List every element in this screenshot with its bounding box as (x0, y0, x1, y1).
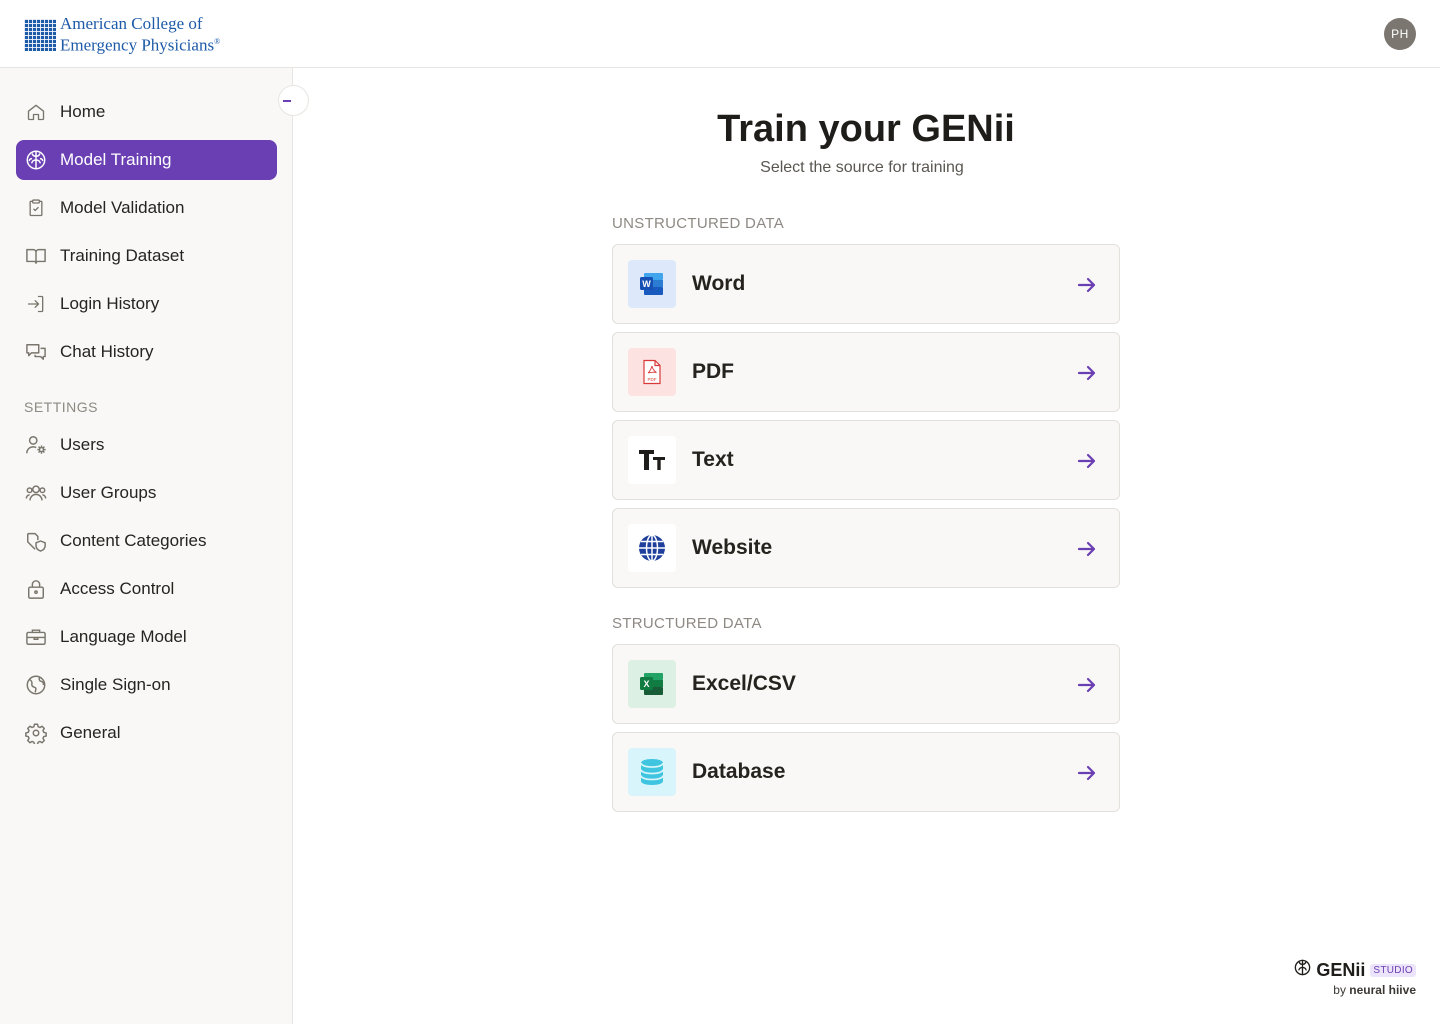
chat-bubbles-icon (25, 341, 47, 363)
arrow-right-icon (1075, 449, 1099, 473)
user-gear-icon (25, 434, 47, 456)
lock-icon (25, 578, 47, 600)
source-card-pdf[interactable]: PDF PDF (612, 332, 1120, 412)
sidebar-item-single-sign-on[interactable]: Single Sign-on (16, 665, 277, 705)
sidebar-item-language-model[interactable]: Language Model (16, 617, 277, 657)
acep-logo[interactable]: American College of Emergency Physicians… (24, 15, 220, 55)
login-arrow-icon (25, 293, 47, 315)
sidebar-item-label: Login History (60, 294, 160, 313)
source-card-website[interactable]: Website (612, 508, 1120, 588)
logo-registered-mark: ® (214, 37, 221, 46)
sidebar-item-label: Chat History (60, 342, 154, 361)
collapse-icon (282, 99, 291, 102)
source-card-label: Database (692, 760, 786, 783)
arrow-right-icon (1075, 761, 1099, 785)
arrow-right-icon (1075, 537, 1099, 561)
sidebar-item-label: Model Validation (60, 198, 185, 217)
source-card-label: Excel/CSV (692, 672, 796, 695)
sidebar-item-chat-history[interactable]: Chat History (16, 332, 277, 372)
database-icon (628, 748, 676, 796)
source-card-excel-csv[interactable]: X Excel/CSV (612, 644, 1120, 724)
logo-grid-icon (24, 18, 56, 51)
sidebar-collapse-button[interactable] (278, 85, 309, 116)
brand-company: neural hiive (1349, 983, 1416, 997)
svg-text:X: X (643, 679, 649, 689)
globe-icon (628, 524, 676, 572)
source-card-word[interactable]: W Word (612, 244, 1120, 324)
logo-text: American College of Emergency Physicians… (60, 15, 220, 55)
source-card-label: PDF (692, 360, 734, 383)
briefcase-icon (25, 626, 47, 648)
sidebar: Home Model Training Model Validation Tra… (0, 68, 293, 1024)
sidebar-item-label: Content Categories (60, 531, 207, 550)
word-icon: W (628, 260, 676, 308)
brain-logo-icon (1293, 958, 1312, 982)
sidebar-item-label: General (60, 723, 121, 742)
pdf-icon: PDF (628, 348, 676, 396)
avatar[interactable]: PH (1384, 18, 1416, 50)
brand-name: GENii (1316, 959, 1366, 980)
page-subtitle: Select the source for training (760, 159, 964, 176)
sidebar-item-general[interactable]: General (16, 713, 277, 753)
page-title: Train your GENii (717, 108, 1015, 150)
sidebar-item-label: Home (60, 102, 106, 121)
text-icon (628, 436, 676, 484)
source-card-text[interactable]: Text (612, 420, 1120, 500)
arrow-right-icon (1075, 361, 1099, 385)
logo-line-2: Emergency Physicians (60, 35, 215, 55)
sidebar-item-label: Users (60, 435, 105, 454)
sidebar-item-login-history[interactable]: Login History (16, 284, 277, 324)
brand-row: GENii STUDIO (1293, 958, 1416, 982)
brand-byline: by neural hiive (1333, 983, 1416, 997)
brand-by-text: by (1333, 983, 1346, 997)
sidebar-item-label: Access Control (60, 579, 175, 598)
svg-text:PDF: PDF (648, 377, 657, 382)
excel-icon: X (628, 660, 676, 708)
tag-shield-icon (25, 530, 47, 552)
clipboard-check-icon (25, 197, 47, 219)
sidebar-item-users[interactable]: Users (16, 425, 277, 465)
gear-icon (25, 722, 47, 744)
source-card-label: Website (692, 536, 773, 559)
users-group-icon (25, 482, 47, 504)
unstructured-data-label: UNSTRUCTURED DATA (612, 215, 785, 232)
sidebar-item-user-groups[interactable]: User Groups (16, 473, 277, 513)
home-icon (25, 101, 47, 123)
sidebar-item-content-categories[interactable]: Content Categories (16, 521, 277, 561)
arrow-right-icon (1075, 673, 1099, 697)
settings-section-title: SETTINGS (24, 399, 99, 415)
top-bar: American College of Emergency Physicians… (0, 0, 1440, 68)
svg-text:W: W (642, 279, 651, 289)
sidebar-item-model-validation[interactable]: Model Validation (16, 188, 277, 228)
source-card-label: Text (692, 448, 734, 471)
source-card-label: Word (692, 272, 746, 295)
sidebar-item-label: Single Sign-on (60, 675, 171, 694)
logo-line-2-wrap: Emergency Physicians® (60, 33, 220, 55)
sidebar-item-label: Training Dataset (60, 246, 185, 265)
sidebar-item-home[interactable]: Home (16, 92, 277, 132)
sidebar-item-label: Model Training (60, 150, 172, 169)
studio-badge: STUDIO (1370, 963, 1416, 977)
source-card-database[interactable]: Database (612, 732, 1120, 812)
book-open-icon (25, 245, 47, 267)
logo-line-1: American College of (60, 14, 203, 33)
globe-icon (25, 674, 47, 696)
genii-studio-brand: GENii STUDIO by neural hiive (1216, 958, 1416, 1002)
structured-data-label: STRUCTURED DATA (612, 615, 762, 632)
sidebar-item-access-control[interactable]: Access Control (16, 569, 277, 609)
brain-icon (25, 149, 47, 171)
sidebar-item-label: Language Model (60, 627, 187, 646)
sidebar-item-training-dataset[interactable]: Training Dataset (16, 236, 277, 276)
arrow-right-icon (1075, 273, 1099, 297)
sidebar-item-label: User Groups (60, 483, 157, 502)
sidebar-item-model-training[interactable]: Model Training (16, 140, 277, 180)
